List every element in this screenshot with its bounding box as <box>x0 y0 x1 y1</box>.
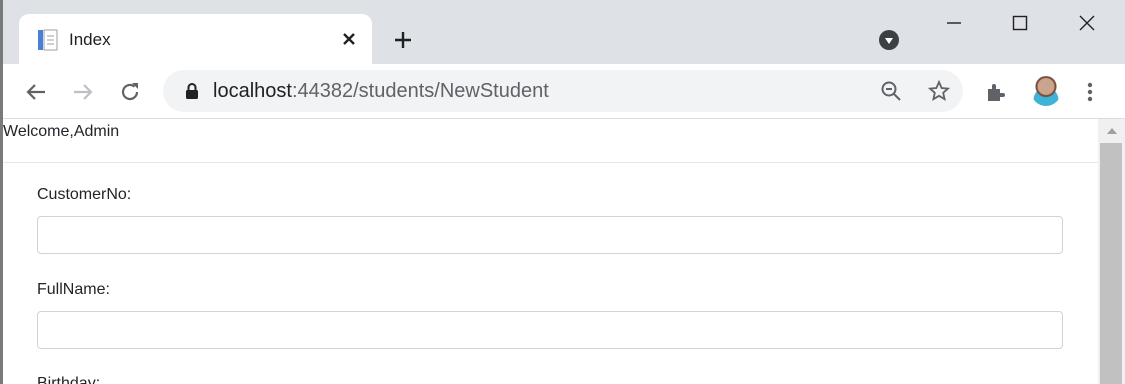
tab-strip: Index <box>3 0 1125 64</box>
tab-index[interactable]: Index <box>19 14 372 64</box>
url-host: localhost <box>213 80 292 102</box>
full-name-label: FullName: <box>37 281 110 298</box>
full-name-input[interactable] <box>37 311 1063 349</box>
scrollbar-thumb[interactable] <box>1100 143 1122 384</box>
customer-no-input[interactable] <box>37 216 1063 254</box>
browser-toolbar: localhost:44382/students/NewStudent <box>3 64 1125 119</box>
extension-shield-icon[interactable] <box>877 28 901 52</box>
back-icon[interactable] <box>22 78 50 106</box>
page-scrollbar[interactable] <box>1098 119 1125 384</box>
new-tab-icon[interactable] <box>389 26 417 54</box>
header-divider <box>3 162 1098 163</box>
close-tab-icon[interactable] <box>337 27 361 51</box>
birthday-label: Birthday: <box>37 375 101 384</box>
extensions-puzzle-icon[interactable] <box>981 78 1009 106</box>
lock-icon[interactable] <box>183 82 201 100</box>
customer-no-label: CustomerNo: <box>37 186 132 203</box>
forward-icon[interactable] <box>69 78 97 106</box>
welcome-text: Welcome,Admin <box>3 123 120 140</box>
document-icon <box>37 28 59 52</box>
reload-icon[interactable] <box>116 78 144 106</box>
zoom-icon[interactable] <box>879 79 903 103</box>
close-window-icon[interactable] <box>1072 8 1102 38</box>
scroll-up-arrow-icon[interactable] <box>1098 119 1125 143</box>
page-content: Welcome,Admin CustomerNo: FullName: Birt… <box>3 119 1098 384</box>
tab-title: Index <box>69 30 111 49</box>
minimize-icon[interactable] <box>939 8 969 38</box>
url-path: :44382/students/NewStudent <box>291 80 549 102</box>
bookmark-star-icon[interactable] <box>927 79 951 103</box>
menu-kebab-icon[interactable] <box>1076 78 1104 106</box>
url-text[interactable]: localhost:44382/students/NewStudent <box>213 80 549 103</box>
maximize-icon[interactable] <box>1005 8 1035 38</box>
profile-avatar[interactable] <box>1031 76 1061 106</box>
address-bar[interactable]: localhost:44382/students/NewStudent <box>163 70 963 112</box>
